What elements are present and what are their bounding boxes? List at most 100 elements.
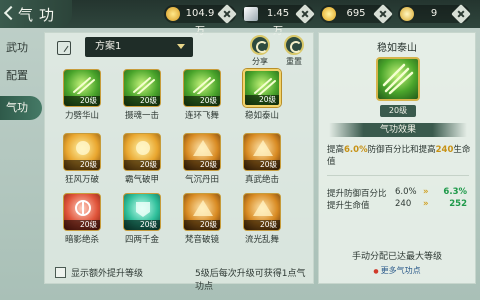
skill-slot[interactable]: 20级连环飞舞 (179, 69, 225, 121)
skill-icon[interactable]: 20级 (183, 69, 221, 107)
skill-glyph-icon (253, 200, 273, 216)
reset-icon (284, 35, 304, 55)
skill-glyph-icon (193, 140, 213, 156)
skill-icon[interactable]: 20级 (183, 133, 221, 171)
add-gold-button[interactable] (373, 4, 393, 24)
max-level-text: 手动分配已达最大等级 (351, 252, 442, 262)
skill-name: 真武绝击 (244, 175, 279, 185)
skill-icon[interactable]: 20级 (243, 69, 281, 107)
skill-name: 流光乱舞 (244, 235, 279, 245)
tab-qigong[interactable]: 气功 (0, 96, 42, 120)
skill-slot[interactable]: 20级狂风万破 (59, 133, 105, 185)
plan-dropdown[interactable]: 方案1 (85, 37, 193, 57)
detail-skill-icon (376, 57, 420, 101)
skill-icon[interactable]: 20级 (123, 69, 161, 107)
skill-icon[interactable]: 20级 (63, 69, 101, 107)
double-chevron-right-icon: » (423, 187, 429, 197)
resource-coin: 104.9万 (164, 4, 237, 37)
skill-level-badge: 20级 (244, 160, 280, 170)
skill-level-badge: 20级 (124, 220, 160, 230)
coin-icon (166, 7, 180, 21)
add-coin-button[interactable] (217, 4, 237, 24)
skill-glyph-icon (253, 140, 273, 156)
skill-slot[interactable]: 20级霸气破甲 (119, 133, 165, 185)
double-chevron-right-icon: » (423, 199, 429, 209)
skill-icon[interactable]: 20级 (63, 133, 101, 171)
detail-level-badge: 20级 (380, 105, 416, 117)
arrow-burst-icon (382, 63, 414, 95)
upgrade-hint: 5级后每次升级可获得1点气功点 (195, 269, 306, 292)
skill-name: 气沉丹田 (184, 175, 219, 185)
skill-level-badge: 20级 (245, 95, 279, 105)
skill-detail-panel: 稳如泰山 20级 气功效果 提高6.0%防御百分比和提高240生命值 提升防御百… (318, 32, 476, 284)
share-button[interactable]: 分享 (247, 35, 273, 66)
back-arrow-icon[interactable] (3, 5, 19, 21)
title-area[interactable]: 气功 (0, 0, 72, 28)
skill-level-badge: 20级 (244, 220, 280, 230)
add-jade-button[interactable] (451, 4, 471, 24)
jade-icon (400, 7, 414, 21)
resource-silver: 1.45万 (242, 4, 315, 37)
skill-icon[interactable]: 20级 (123, 133, 161, 171)
skill-level-badge: 20级 (124, 96, 160, 106)
effect-header: 气功效果 (329, 123, 467, 137)
skill-level-badge: 20级 (124, 160, 160, 170)
skill-icon[interactable]: 20级 (243, 133, 281, 171)
skills-panel: 方案1 分享 重置 20级 力劈华山 20级 摄魂一击 20级 连环飞舞 20级 稳如泰山 20… (44, 32, 314, 292)
page-title: 气功 (18, 6, 61, 24)
more-qigong-link[interactable]: 更多气功点 (319, 265, 475, 276)
skill-icon[interactable]: 20级 (183, 193, 221, 231)
skill-name: 摄魂一击 (124, 111, 159, 121)
skill-icon[interactable]: 20级 (243, 193, 281, 231)
skill-glyph-icon (193, 77, 215, 94)
chevron-down-icon (177, 44, 185, 49)
skill-glyph-icon (136, 141, 150, 155)
skill-glyph-icon (75, 200, 91, 216)
detail-title: 稳如泰山 (377, 43, 417, 54)
skill-slot[interactable]: 20级暗影绝杀 (59, 193, 105, 245)
skill-slot[interactable]: 20级真武绝击 (239, 133, 285, 185)
skill-glyph-icon (193, 200, 213, 216)
skill-icon[interactable]: 20级 (63, 193, 101, 231)
skill-name: 连环飞舞 (184, 111, 219, 121)
edit-plan-icon[interactable] (57, 41, 71, 55)
skill-icon[interactable]: 20级 (123, 193, 161, 231)
skill-level-badge: 20级 (184, 220, 220, 230)
skill-slot[interactable]: 20级气沉丹田 (179, 133, 225, 185)
skill-level-badge: 20级 (184, 160, 220, 170)
show-extra-level-checkbox[interactable] (55, 267, 66, 278)
skill-name: 暗影绝杀 (64, 235, 99, 245)
skill-name: 力劈华山 (64, 111, 99, 121)
tab-config[interactable]: 配置 (0, 64, 40, 88)
resource-gold: 695 (320, 4, 393, 24)
skill-slot[interactable]: 20级梵音破镜 (179, 193, 225, 245)
share-icon (250, 35, 270, 55)
skill-name: 梵音破镜 (184, 235, 219, 245)
divider (327, 175, 469, 176)
resource-jade: 9 (398, 4, 471, 24)
tab-martial-arts[interactable]: 武功 (0, 36, 40, 60)
skill-slot[interactable]: 20级四两千金 (119, 193, 165, 245)
checkbox-label: 显示额外提升等级 (71, 269, 144, 279)
skill-name: 四两千金 (124, 235, 159, 245)
skill-name: 狂风万破 (64, 175, 99, 185)
skill-slot[interactable]: 20级流光乱舞 (239, 193, 285, 245)
add-silver-button[interactable] (295, 4, 315, 24)
skill-glyph-icon (76, 141, 90, 155)
skill-slot[interactable]: 20级摄魂一击 (119, 69, 165, 121)
skill-slot[interactable]: 20级稳如泰山 (239, 69, 285, 121)
effect-description: 提高6.0%防御百分比和提高240生命值 (327, 145, 471, 167)
skill-name: 稳如泰山 (244, 111, 279, 121)
skill-glyph-icon (254, 78, 276, 95)
skill-name: 霸气破甲 (124, 175, 159, 185)
skill-slot[interactable]: 20级力劈华山 (59, 69, 105, 121)
skill-glyph-icon (133, 77, 155, 94)
skill-glyph-icon (136, 202, 150, 217)
skill-level-badge: 20级 (184, 96, 220, 106)
skill-level-badge: 20级 (64, 160, 100, 170)
gold-ingot-icon (322, 7, 336, 21)
skill-level-badge: 20级 (64, 220, 100, 230)
skill-glyph-icon (73, 77, 95, 94)
reset-button[interactable]: 重置 (281, 35, 307, 66)
skill-level-badge: 20级 (64, 96, 100, 106)
